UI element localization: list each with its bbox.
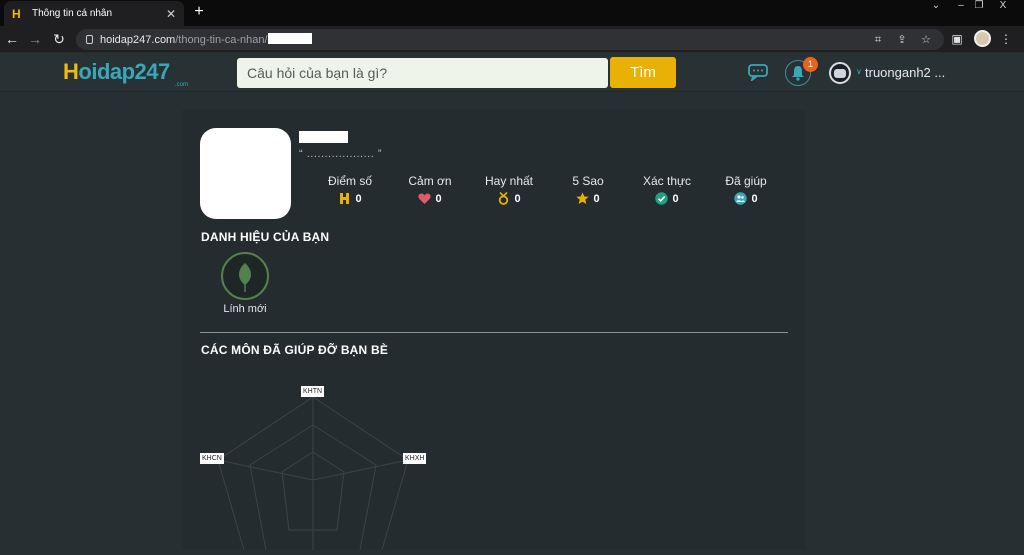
badge-label: Lính mới <box>223 303 267 315</box>
stat-label: Xác thực <box>642 174 692 188</box>
side-panel-icon[interactable]: ▣ <box>949 31 965 47</box>
stat-label: Đã giúp <box>725 174 767 188</box>
profile-quote: “ ................... ” <box>299 148 383 160</box>
users-icon <box>734 192 748 205</box>
user-name[interactable]: truonganh2 ... <box>865 65 945 80</box>
stat-verified: Xác thực 0 <box>627 174 707 205</box>
chat-icon[interactable] <box>748 63 768 81</box>
browser-tab[interactable]: H Thông tin cá nhân ✕ <box>4 1 184 26</box>
subjects-heading: CÁC MÔN ĐÃ GIÚP ĐỠ BẠN BÈ <box>201 343 389 357</box>
leaf-icon <box>239 263 251 292</box>
site-logo-suffix: .com <box>175 82 189 88</box>
stat-helped: Đã giúp 0 <box>706 174 786 205</box>
stat-thanks: Cảm ơn 0 <box>390 174 470 205</box>
profile-card: “ ................... ” Điểm số 0 Cảm ơn… <box>182 110 806 551</box>
star-icon <box>576 192 590 204</box>
subjects-radar-chart: KHTN KHCN KHXH <box>182 370 482 551</box>
stat-label: Cảm ơn <box>408 174 452 188</box>
check-circle-icon <box>655 192 669 205</box>
new-tab-button[interactable]: + <box>190 3 208 21</box>
lock-icon <box>86 35 93 44</box>
translate-icon[interactable]: ⌗ <box>870 32 886 48</box>
newbie-badge[interactable] <box>221 252 269 300</box>
stat-label: Hay nhất <box>484 174 534 188</box>
profile-picture <box>200 128 291 219</box>
site-logo[interactable]: Hoidap247 <box>63 59 170 85</box>
stat-five-stars: 5 Sao 0 <box>548 174 628 205</box>
restore-button[interactable]: ❐ <box>968 0 990 14</box>
bookmark-star-icon[interactable]: ☆ <box>918 32 934 48</box>
url-redaction <box>267 33 312 44</box>
search-button[interactable]: Tìm <box>610 57 676 88</box>
reload-icon[interactable]: ↻ <box>50 30 68 48</box>
chrome-menu-icon[interactable]: ⋮ <box>998 31 1014 47</box>
tab-search-chevron-icon[interactable]: ⌄ <box>925 0 947 14</box>
section-divider <box>200 332 788 333</box>
address-bar[interactable]: hoidap247.com/thong-tin-ca-nhan/ ⌗ ⇪ ☆ <box>76 29 944 50</box>
url-text: hoidap247.com/thong-tin-ca-nhan/ <box>100 33 312 46</box>
notification-count-badge: 1 <box>803 57 818 72</box>
user-avatar[interactable] <box>829 62 851 84</box>
radar-label-right: KHXH <box>403 453 427 464</box>
question-search-input[interactable] <box>237 58 608 88</box>
radar-label-top: KHTN <box>301 386 325 397</box>
h-logo-icon <box>340 193 350 204</box>
stat-best-answers: Hay nhất 0 <box>469 174 549 205</box>
user-menu-chevron-icon[interactable]: ∨ <box>856 67 862 76</box>
site-favicon-icon: H <box>12 6 21 21</box>
profile-name-redaction <box>299 131 348 143</box>
titles-heading: DANH HIỆU CỦA BẠN <box>201 230 330 244</box>
stat-label: Điểm số <box>327 174 372 188</box>
site-header: Hoidap247 .com Tìm 1 ∨ truonganh2 ... <box>0 53 1024 92</box>
window-close-button[interactable]: X <box>992 0 1014 14</box>
browser-profile-avatar[interactable] <box>974 30 991 47</box>
radar-label-left: KHCN <box>200 453 224 464</box>
back-arrow-icon[interactable]: ← <box>3 30 21 48</box>
browser-toolbar: ← → ↻ hoidap247.com/thong-tin-ca-nhan/ ⌗… <box>0 26 1024 53</box>
stat-points: Điểm số 0 <box>310 174 390 205</box>
browser-tab-bar: H Thông tin cá nhân ✕ + ⌄ – ❐ X <box>0 0 1024 26</box>
stat-label: 5 Sao <box>572 174 604 188</box>
forward-arrow-icon[interactable]: → <box>26 30 44 48</box>
tab-close-icon[interactable]: ✕ <box>166 7 176 21</box>
radar-grid <box>217 396 409 551</box>
heart-icon <box>418 193 431 204</box>
tab-title: Thông tin cá nhân <box>32 8 113 19</box>
share-icon[interactable]: ⇪ <box>894 32 910 48</box>
medal-icon <box>499 192 509 205</box>
